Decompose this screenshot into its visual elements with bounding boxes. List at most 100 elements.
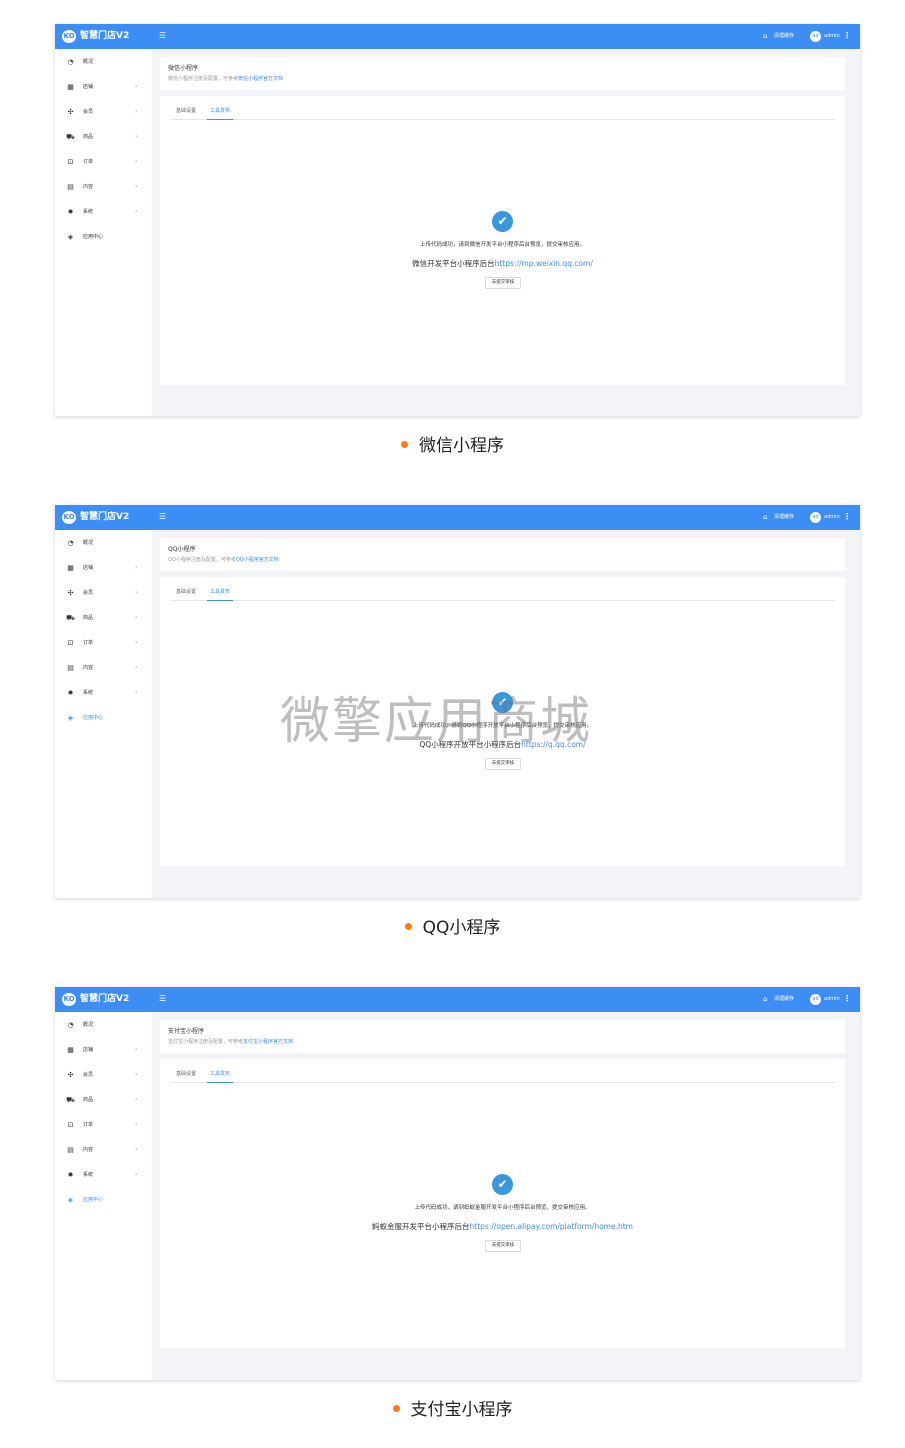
more-vertical-icon[interactable]: ⋮ bbox=[843, 994, 851, 1004]
submit-review-button[interactable]: 去提交审核 bbox=[485, 1240, 521, 1252]
sidebar-item-orders[interactable]: ⊡ 订单 › bbox=[55, 1118, 152, 1132]
tab-bar: 基础设置 工具发布 bbox=[170, 585, 835, 601]
official-docs-link[interactable]: 微信小程序官方文档 bbox=[238, 76, 283, 82]
sidebar-item-label: 商品 bbox=[83, 134, 94, 140]
publish-content-card: 基础设置 工具发布 ✔ 上传代码成功，请到微信开发平台小程序后台预览，提交审核应… bbox=[160, 96, 845, 385]
dashboard-icon: ◔ bbox=[67, 539, 74, 547]
user-name[interactable]: admin bbox=[824, 995, 840, 1004]
sidebar-item-orders[interactable]: ⊡ 订单 › bbox=[55, 636, 152, 650]
hamburger-menu-icon[interactable]: ☰ bbox=[159, 512, 166, 522]
sidebar-item-members[interactable]: ✣ 会员 › bbox=[55, 1068, 152, 1082]
sidebar-item-members[interactable]: ✣ 会员 › bbox=[55, 586, 152, 600]
sidebar-item-products[interactable]: ⛟ 商品 › bbox=[55, 130, 152, 144]
tab-tool-publish[interactable]: 工具发布 bbox=[207, 1069, 234, 1083]
sidebar-item-content[interactable]: ▤ 内容 › bbox=[55, 180, 152, 194]
official-docs-link[interactable]: QQ小程序官方文档 bbox=[236, 557, 279, 563]
admin-screenshot-panel: KO 智慧门店V2 ☰ ⌂ 清理缓存 ad admin ⋮ ◔ 概况 ▦ 店铺 … bbox=[55, 987, 860, 1380]
sidebar-item-members[interactable]: ✣ 会员 › bbox=[55, 105, 152, 119]
more-vertical-icon[interactable]: ⋮ bbox=[843, 512, 851, 522]
trash-icon[interactable]: ⌂ bbox=[763, 995, 767, 1004]
success-check-icon: ✔ bbox=[492, 1174, 513, 1195]
sidebar-item-system[interactable]: ✹ 系统 › bbox=[55, 1168, 152, 1182]
page-title: QQ小程序 bbox=[168, 546, 196, 553]
grid-icon: ▦ bbox=[67, 1046, 74, 1054]
chevron-right-icon: › bbox=[135, 108, 138, 115]
sidebar-item-shop[interactable]: ▦ 店铺 › bbox=[55, 80, 152, 94]
chevron-right-icon: › bbox=[135, 1171, 138, 1178]
sidebar-item-label: 内容 bbox=[83, 665, 94, 671]
sidebar-item-system[interactable]: ✹ 系统 › bbox=[55, 205, 152, 219]
users-icon: ✣ bbox=[67, 1071, 74, 1079]
tab-tool-publish[interactable]: 工具发布 bbox=[207, 106, 234, 120]
sidebar-item-overview[interactable]: ◔ 概况 bbox=[55, 1018, 152, 1032]
cube-icon: ◈ bbox=[67, 714, 74, 722]
page-description: 微信小程序注册及配置，可参考微信小程序官方文档 bbox=[168, 75, 283, 83]
caption-text: QQ小程序 bbox=[422, 918, 501, 938]
upload-success-message: 上传代码成功，请到微信开发平台小程序后台预览，提交审核应用。 bbox=[419, 242, 585, 248]
hamburger-menu-icon[interactable]: ☰ bbox=[159, 31, 166, 41]
bullet-dot-icon bbox=[392, 1405, 400, 1412]
sidebar-item-label: 内容 bbox=[83, 1147, 94, 1153]
tab-bar: 基础设置 工具发布 bbox=[170, 104, 835, 120]
success-check-icon: ✔ bbox=[492, 211, 513, 232]
official-docs-link[interactable]: 支付宝小程序官方文档 bbox=[243, 1039, 293, 1045]
document-icon: ▤ bbox=[67, 1146, 74, 1154]
sidebar-item-label: 应用中心 bbox=[83, 234, 104, 240]
sidebar-item-system[interactable]: ✹ 系统 › bbox=[55, 686, 152, 700]
brand-logo-icon: KO bbox=[62, 30, 76, 43]
caption-text: 支付宝小程序 bbox=[410, 1400, 513, 1420]
user-name[interactable]: admin bbox=[824, 513, 840, 522]
brand-name: 智慧门店V2 bbox=[80, 31, 130, 41]
user-name[interactable]: admin bbox=[824, 32, 840, 41]
sidebar-item-products[interactable]: ⛟ 商品 › bbox=[55, 1093, 152, 1107]
sidebar-item-shop[interactable]: ▦ 店铺 › bbox=[55, 1043, 152, 1057]
sidebar-item-shop[interactable]: ▦ 店铺 › bbox=[55, 561, 152, 575]
trash-icon[interactable]: ⌂ bbox=[763, 513, 767, 522]
description-text: QQ小程序注册及配置，可参考 bbox=[168, 557, 236, 563]
trash-icon[interactable]: ⌂ bbox=[763, 32, 767, 41]
sidebar-item-content[interactable]: ▤ 内容 › bbox=[55, 661, 152, 675]
platform-url-link[interactable]: https://open.alipay.com/platform/home.ht… bbox=[470, 1222, 633, 1231]
sidebar-item-app-center[interactable]: ◈ 应用中心 bbox=[55, 230, 152, 244]
platform-backend-info: 微信开发平台小程序后台https://mp.weixin.qq.com/ bbox=[160, 258, 845, 269]
chevron-right-icon: › bbox=[135, 664, 138, 671]
clear-cache-button[interactable]: 清理缓存 bbox=[774, 513, 794, 522]
top-header-bar: KO 智慧门店V2 ☰ ⌂ 清理缓存 ad admin ⋮ bbox=[55, 505, 860, 530]
order-icon: ⊡ bbox=[67, 639, 74, 647]
sidebar-item-label: 应用中心 bbox=[83, 1197, 104, 1203]
tab-basic-settings[interactable]: 基础设置 bbox=[176, 587, 196, 597]
clear-cache-button[interactable]: 清理缓存 bbox=[774, 995, 794, 1004]
users-icon: ✣ bbox=[67, 589, 74, 597]
sidebar-item-overview[interactable]: ◔ 概况 bbox=[55, 55, 152, 69]
page-header-card: 支付宝小程序 支付宝小程序注册及配置，可参考支付宝小程序官方文档 bbox=[160, 1020, 845, 1053]
sidebar-item-label: 店铺 bbox=[83, 1047, 94, 1053]
chevron-right-icon: › bbox=[135, 83, 138, 90]
sidebar-item-label: 店铺 bbox=[83, 84, 94, 90]
sidebar-item-products[interactable]: ⛟ 商品 › bbox=[55, 611, 152, 625]
sidebar-item-app-center[interactable]: ◈ 应用中心 bbox=[55, 1193, 152, 1207]
user-avatar[interactable]: ad bbox=[810, 31, 821, 42]
sidebar-item-label: 会员 bbox=[83, 590, 94, 596]
chevron-right-icon: › bbox=[135, 614, 138, 621]
submit-review-button[interactable]: 去提交审核 bbox=[485, 277, 521, 289]
clear-cache-button[interactable]: 清理缓存 bbox=[774, 32, 794, 41]
tab-tool-publish[interactable]: 工具发布 bbox=[207, 587, 234, 601]
chevron-right-icon: › bbox=[135, 1121, 138, 1128]
caption-text: 微信小程序 bbox=[419, 436, 504, 456]
sidebar-item-overview[interactable]: ◔ 概况 bbox=[55, 536, 152, 550]
sidebar-item-content[interactable]: ▤ 内容 › bbox=[55, 1143, 152, 1157]
tab-basic-settings[interactable]: 基础设置 bbox=[176, 106, 196, 116]
platform-url-link[interactable]: https://mp.weixin.qq.com/ bbox=[495, 259, 593, 268]
user-avatar[interactable]: ad bbox=[810, 994, 821, 1005]
watermark-text: 微擎应用商城 bbox=[280, 692, 592, 750]
user-avatar[interactable]: ad bbox=[810, 512, 821, 523]
submit-review-button[interactable]: 去提交审核 bbox=[485, 758, 521, 770]
tab-basic-settings[interactable]: 基础设置 bbox=[176, 1069, 196, 1079]
sidebar-item-app-center[interactable]: ◈ 应用中心 bbox=[55, 711, 152, 725]
chevron-right-icon: › bbox=[135, 1071, 138, 1078]
hamburger-menu-icon[interactable]: ☰ bbox=[159, 994, 166, 1004]
sidebar-item-orders[interactable]: ⊡ 订单 › bbox=[55, 155, 152, 169]
page-description: QQ小程序注册及配置，可参考QQ小程序官方文档 bbox=[168, 556, 279, 564]
gear-icon: ✹ bbox=[67, 208, 74, 216]
more-vertical-icon[interactable]: ⋮ bbox=[843, 31, 851, 41]
